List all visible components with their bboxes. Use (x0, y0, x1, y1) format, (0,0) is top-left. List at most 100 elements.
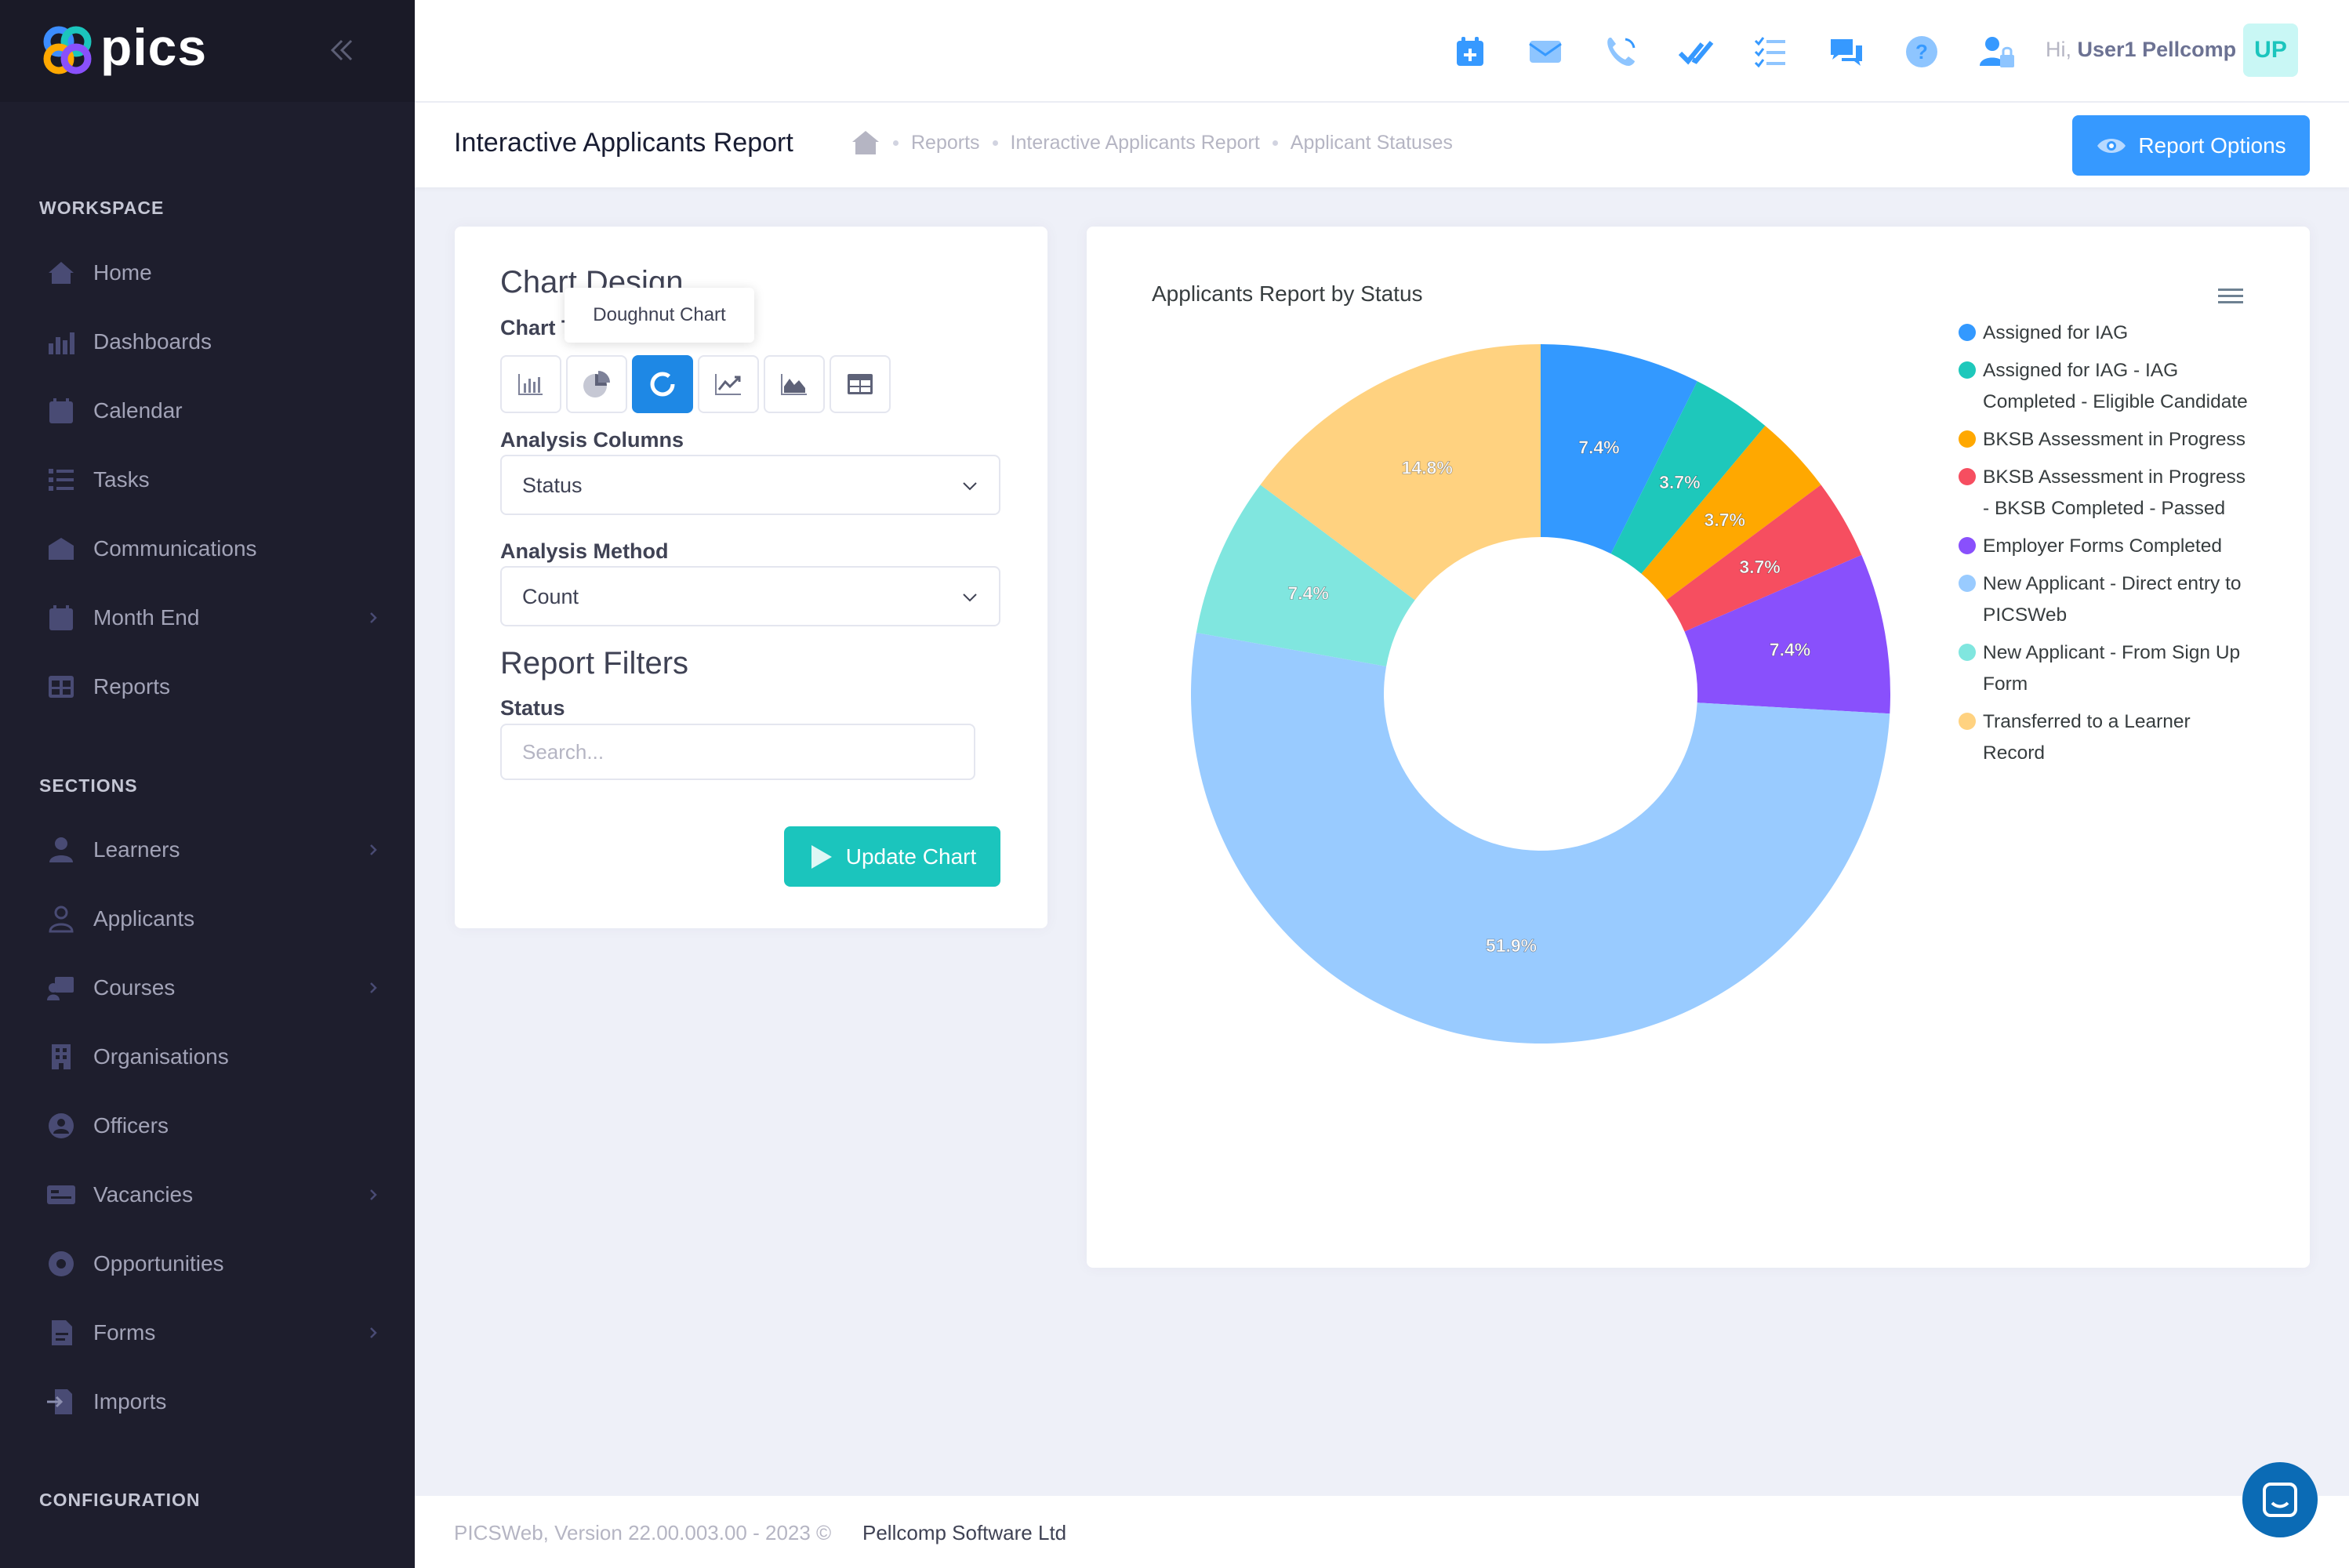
breadcrumb-item[interactable]: Interactive Applicants Report (1011, 132, 1260, 154)
home-icon[interactable] (851, 129, 880, 156)
legend-marker (1959, 361, 1976, 379)
avatar[interactable]: UP (2243, 24, 2298, 77)
pie-chart-button[interactable] (566, 355, 627, 413)
sidebar-item-label: Month End (93, 605, 200, 630)
sidebar-item-courses[interactable]: Courses (0, 956, 415, 1019)
logo-text[interactable]: pics (100, 17, 207, 77)
legend-item[interactable]: Employer Forms Completed (1959, 531, 2256, 562)
legend-label: New Applicant - Direct entry to PICSWeb (1983, 573, 2242, 626)
sidebar-item-home[interactable]: Home (0, 241, 415, 304)
breadcrumb-item[interactable]: Applicant Statuses (1291, 132, 1453, 154)
area-chart-button[interactable] (764, 355, 825, 413)
chevron-down-icon (963, 482, 977, 491)
chart-menu-icon[interactable] (2217, 287, 2244, 306)
table-chart-icon (848, 374, 873, 394)
sidebar-item-tasks[interactable]: Tasks (0, 448, 415, 511)
sidebar-item-forms[interactable]: Forms (0, 1301, 415, 1364)
pics-logo-icon[interactable] (39, 22, 96, 78)
sidebar-item-reports[interactable]: Reports (0, 655, 415, 718)
legend-marker (1959, 644, 1976, 661)
chat-icon[interactable] (1828, 33, 1865, 71)
breadcrumb-item[interactable]: Reports (911, 132, 980, 154)
legend-marker (1959, 430, 1976, 448)
legend-marker (1959, 713, 1976, 730)
legend-label: Employer Forms Completed (1983, 535, 2222, 557)
reports-icon (49, 676, 74, 698)
mail-icon[interactable] (1527, 33, 1564, 71)
sidebar-item-label: Forms (93, 1320, 156, 1345)
sidebar-item-officers[interactable]: Officers (0, 1094, 415, 1157)
support-chat-button[interactable] (2242, 1462, 2318, 1537)
doughnut-chart-button[interactable] (632, 355, 693, 413)
bar-chart-button[interactable] (500, 355, 561, 413)
legend-marker (1959, 468, 1976, 485)
brand: pics (0, 0, 415, 102)
organisations-icon (52, 1044, 71, 1069)
sidebar-item-label: Courses (93, 975, 176, 1000)
sidebar-item-label: Dashboards (93, 329, 212, 354)
user-lock-icon[interactable] (1978, 33, 2016, 71)
home-icon (49, 262, 74, 284)
legend-item[interactable]: New Applicant - From Sign Up Form (1959, 637, 2256, 700)
sidebar-item-vacancies[interactable]: Vacancies (0, 1163, 415, 1226)
collapse-sidebar-icon[interactable] (328, 36, 356, 64)
sidebar-item-communications[interactable]: Communications (0, 517, 415, 580)
line-chart-button[interactable] (698, 355, 759, 413)
sidebar-item-label: Tasks (93, 467, 150, 492)
legend-item[interactable]: New Applicant - Direct entry to PICSWeb (1959, 568, 2256, 631)
legend-label: New Applicant - From Sign Up Form (1983, 642, 2241, 695)
report-filters-title: Report Filters (500, 646, 689, 681)
sidebar-item-calendar[interactable]: Calendar (0, 379, 415, 442)
sidebar-item-opportunities[interactable]: Opportunities (0, 1232, 415, 1295)
breadcrumb: Reports Interactive Applicants Report Ap… (851, 129, 1453, 156)
sidebar-item-learners[interactable]: Learners (0, 818, 415, 881)
sidebar-item-label: Learners (93, 837, 180, 862)
analysis-method-select[interactable]: Count (500, 566, 1000, 626)
sidebar-item-dashboards[interactable]: Dashboards (0, 310, 415, 373)
legend-marker (1959, 324, 1976, 341)
sidebar-item-imports[interactable]: Imports (0, 1370, 415, 1433)
section-title-sections: SECTIONS (39, 775, 138, 796)
play-icon (811, 844, 832, 869)
sidebar-item-label: Organisations (93, 1044, 229, 1069)
update-chart-button[interactable]: Update Chart (784, 826, 1000, 887)
user-greeting[interactable]: Hi, User1 Pellcomp (2046, 38, 2236, 62)
sidebar-item-applicants[interactable]: Applicants (0, 887, 415, 950)
phone-icon[interactable] (1602, 33, 1639, 71)
legend-item[interactable]: Assigned for IAG - IAG Completed - Eligi… (1959, 355, 2256, 418)
chart-legend: Assigned for IAG Assigned for IAG - IAG C… (1959, 318, 2256, 775)
checklist-icon[interactable] (1752, 33, 1790, 71)
slice-data-label: 7.4% (1287, 583, 1328, 604)
legend-item[interactable]: Assigned for IAG (1959, 318, 2256, 349)
legend-marker (1959, 575, 1976, 592)
sidebar: pics WORKSPACE Home Dashboards Calendar … (0, 0, 415, 1568)
imports-icon (47, 1389, 72, 1414)
help-icon[interactable]: ? (1903, 33, 1941, 71)
legend-item[interactable]: BKSB Assessment in Progress (1959, 424, 2256, 456)
opportunities-icon (49, 1251, 74, 1276)
slice-data-label: 3.7% (1739, 557, 1780, 577)
line-chart-icon (715, 374, 741, 395)
slice-data-label: 3.7% (1659, 472, 1700, 492)
status-search-input[interactable] (500, 724, 975, 780)
analysis-columns-label: Analysis Columns (500, 428, 684, 452)
subheader: Interactive Applicants Report Reports In… (415, 103, 2349, 187)
footer-company-link[interactable]: Pellcomp Software Ltd (862, 1521, 1066, 1545)
chevron-right-icon (370, 612, 377, 623)
report-options-button[interactable]: Report Options (2072, 115, 2310, 176)
sidebar-item-month-end[interactable]: Month End (0, 586, 415, 649)
sidebar-item-organisations[interactable]: Organisations (0, 1025, 415, 1088)
legend-label: Assigned for IAG - IAG Completed - Eligi… (1983, 360, 2248, 412)
sidebar-item-label: Officers (93, 1113, 169, 1138)
legend-item[interactable]: BKSB Assessment in Progress - BKSB Compl… (1959, 462, 2256, 524)
section-title-configuration: CONFIGURATION (39, 1490, 201, 1510)
analysis-columns-select[interactable]: Status (500, 455, 1000, 515)
chevron-right-icon (370, 1327, 377, 1338)
calendar-add-icon[interactable] (1451, 33, 1489, 71)
slice-data-label: 3.7% (1705, 510, 1745, 530)
chevron-down-icon (963, 593, 977, 602)
table-chart-button[interactable] (830, 355, 891, 413)
legend-item[interactable]: Transferred to a Learner Record (1959, 706, 2256, 769)
double-check-icon[interactable] (1677, 33, 1715, 71)
svg-text:?: ? (1915, 40, 1928, 64)
